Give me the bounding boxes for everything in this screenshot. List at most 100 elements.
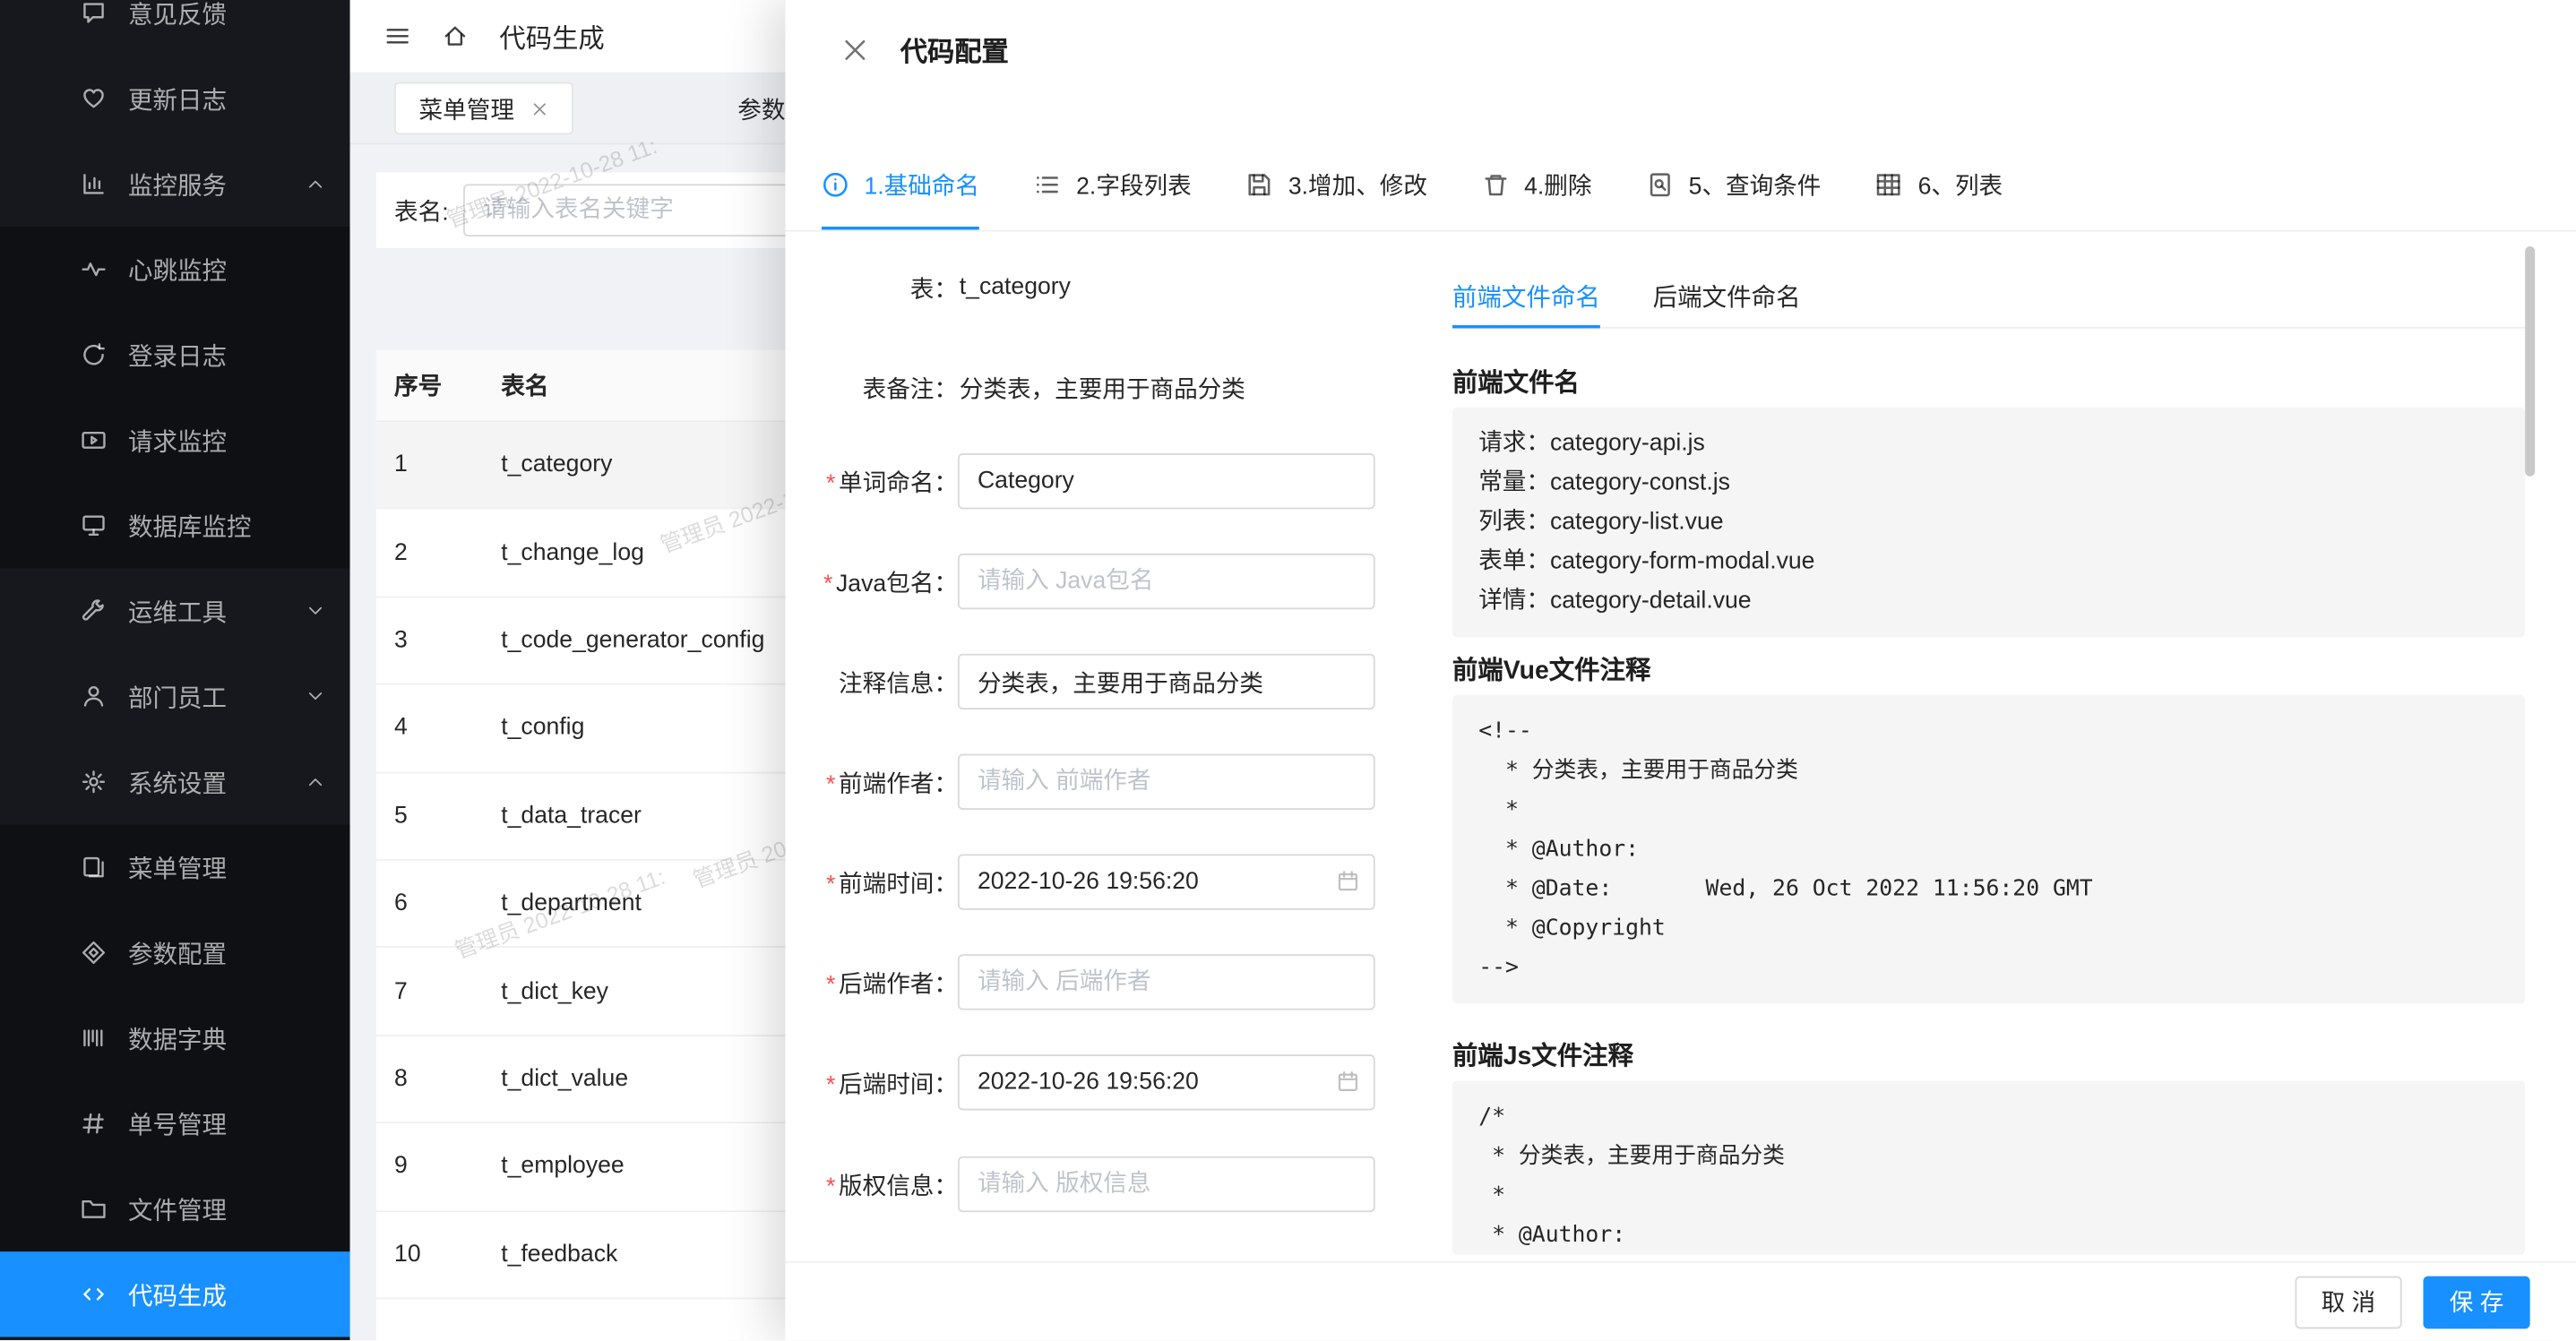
form-row-backend-author: *后端作者： xyxy=(805,954,1402,1010)
tab-label: 菜单管理 xyxy=(419,91,514,126)
step-add-edit[interactable]: 3.增加、修改 xyxy=(1245,138,1427,230)
field-label: *单词命名： xyxy=(805,464,958,499)
gear-icon xyxy=(81,769,107,795)
heart-icon xyxy=(81,85,107,111)
sidebar-item-code-generator[interactable]: 代码生成 xyxy=(0,1251,350,1337)
sidebar-item-changelog[interactable]: 更新日志 xyxy=(0,56,350,141)
cell-index: 2 xyxy=(376,539,475,565)
chevron-up-icon xyxy=(306,174,325,193)
sidebar-item-label: 登录日志 xyxy=(128,338,227,373)
sidebar-item-feedback[interactable]: 意见反馈 xyxy=(0,0,350,56)
frontend-author-input[interactable] xyxy=(958,754,1375,810)
sidebar-item-label: 请求监控 xyxy=(128,423,227,458)
wrench-icon xyxy=(81,597,107,623)
home-icon[interactable] xyxy=(442,23,468,49)
sidebar-item-db-monitor[interactable]: 数据库监控 xyxy=(0,483,350,568)
cell-index: 1 xyxy=(376,452,475,478)
tab-menu-mgmt[interactable]: 菜单管理 xyxy=(394,82,573,135)
word-naming-input[interactable] xyxy=(958,453,1375,509)
step-delete[interactable]: 4.删除 xyxy=(1481,138,1591,230)
chevron-down-icon xyxy=(306,601,325,621)
tab-frontend-file-naming[interactable]: 前端文件命名 xyxy=(1452,262,1600,328)
hamburger-menu-icon[interactable] xyxy=(384,23,410,49)
save-floppy-icon xyxy=(1245,170,1273,198)
step-label: 4.删除 xyxy=(1524,167,1591,202)
code-line: * @Date: Wed, 26 Oct 2022 11:56:20 GMT xyxy=(1478,869,2499,908)
tab-label: 后端文件命名 xyxy=(1653,279,1801,314)
doc-search-icon xyxy=(1646,170,1674,198)
cell-index: 9 xyxy=(376,1154,475,1180)
sidebar-item-login-log[interactable]: 登录日志 xyxy=(0,312,350,397)
drawer-scrollbar-thumb[interactable] xyxy=(2525,246,2535,477)
sidebar-item-label: 更新日志 xyxy=(128,82,227,116)
step-field-list[interactable]: 2.字段列表 xyxy=(1033,138,1191,230)
cell-index: 5 xyxy=(376,803,475,829)
trash-icon xyxy=(1481,170,1509,198)
sidebar-group-ops-tools[interactable]: 运维工具 xyxy=(0,568,350,653)
step-list-columns[interactable]: 6、列表 xyxy=(1875,138,2003,230)
sidebar-group-monitor[interactable]: 监控服务 xyxy=(0,142,350,227)
form-row-java-package: *Java包名： xyxy=(805,554,1402,609)
frontend-file-names-box: 请求：category-api.js 常量：category-const.js … xyxy=(1452,408,2525,638)
code-config-drawer: 代码配置 1.基础命名 2.字段列表 3.增加、修改 4.删除 5、查询条件 xyxy=(785,0,2576,1340)
step-basic-naming[interactable]: 1.基础命名 xyxy=(822,138,979,230)
vue-comment-heading: 前端Vue文件注释 xyxy=(1452,650,1651,686)
backend-author-input[interactable] xyxy=(958,954,1375,1010)
diamond-icon xyxy=(81,940,107,966)
step-label: 5、查询条件 xyxy=(1689,167,1822,202)
sidebar-item-label: 单号管理 xyxy=(128,1106,227,1141)
tab-close-icon[interactable] xyxy=(530,99,548,117)
sidebar-item-heartbeat[interactable]: 心跳监控 xyxy=(0,227,350,312)
chevron-up-icon xyxy=(306,772,325,792)
cancel-button[interactable]: 取 消 xyxy=(2295,1276,2401,1328)
drawer-footer: 取 消 保 存 xyxy=(785,1261,2576,1340)
java-package-input[interactable] xyxy=(958,554,1375,609)
sidebar-group-settings[interactable]: 系统设置 xyxy=(0,739,350,824)
sidebar-item-label: 监控服务 xyxy=(128,167,227,202)
sidebar-item-menu-mgmt[interactable]: 菜单管理 xyxy=(0,824,350,909)
form-row-word-naming: *单词命名： xyxy=(805,453,1402,509)
save-button[interactable]: 保 存 xyxy=(2423,1276,2529,1328)
chevron-down-icon xyxy=(306,686,325,706)
pages-icon xyxy=(81,854,107,880)
calendar-icon xyxy=(1336,869,1361,894)
code-line: --> xyxy=(1478,948,2499,987)
form-row-backend-time: *后端时间： xyxy=(805,1054,1402,1110)
sidebar-group-department[interactable]: 部门员工 xyxy=(0,654,350,739)
field-label: *前端时间： xyxy=(805,864,958,899)
sidebar-item-file-mgmt[interactable]: 文件管理 xyxy=(0,1166,350,1251)
sidebar-item-label: 系统设置 xyxy=(128,765,227,800)
frontend-time-picker[interactable] xyxy=(958,854,1375,909)
field-label: 表备注： xyxy=(805,370,958,405)
screen: 意见反馈 更新日志 监控服务 心跳监控 登录日志 xyxy=(0,0,2576,1340)
sidebar-item-label: 数据库监控 xyxy=(128,508,252,543)
drawer-header: 代码配置 xyxy=(785,0,2576,99)
sidebar-item-request-monitor[interactable]: 请求监控 xyxy=(0,398,350,483)
tab-label: 前端文件命名 xyxy=(1452,279,1600,314)
barcode-icon xyxy=(81,1025,107,1051)
code-line: * xyxy=(1478,790,2499,830)
column-header-index: 序号 xyxy=(376,368,475,403)
cell-index: 6 xyxy=(376,890,475,916)
tab-backend-file-naming[interactable]: 后端文件命名 xyxy=(1653,262,1801,328)
js-comment-heading: 前端Js文件注释 xyxy=(1452,1036,1633,1072)
sidebar-item-label: 代码生成 xyxy=(128,1277,227,1312)
backend-time-picker[interactable] xyxy=(958,1054,1375,1110)
sidebar-item-param-config[interactable]: 参数配置 xyxy=(0,910,350,995)
copyright-input[interactable] xyxy=(958,1156,1375,1212)
field-label: *版权信息： xyxy=(805,1167,958,1202)
sidebar-item-serial-mgmt[interactable]: 单号管理 xyxy=(0,1080,350,1165)
sidebar-item-label: 菜单管理 xyxy=(128,850,227,885)
file-name-line: 列表：category-list.vue xyxy=(1478,503,2499,542)
sidebar-item-data-dict[interactable]: 数据字典 xyxy=(0,995,350,1080)
sidebar-item-label: 部门员工 xyxy=(128,679,227,714)
sidebar-item-label: 文件管理 xyxy=(128,1191,227,1226)
cell-index: 4 xyxy=(376,715,475,741)
step-query-conditions[interactable]: 5、查询条件 xyxy=(1646,138,1821,230)
sidebar-menu: 意见反馈 更新日志 监控服务 心跳监控 登录日志 xyxy=(0,0,350,1337)
close-icon[interactable] xyxy=(841,35,869,63)
config-steps: 1.基础命名 2.字段列表 3.增加、修改 4.删除 5、查询条件 6、列表 xyxy=(785,138,2576,232)
comment-info-input[interactable] xyxy=(958,654,1375,709)
person-icon xyxy=(81,683,107,709)
step-label: 1.基础命名 xyxy=(864,167,979,202)
